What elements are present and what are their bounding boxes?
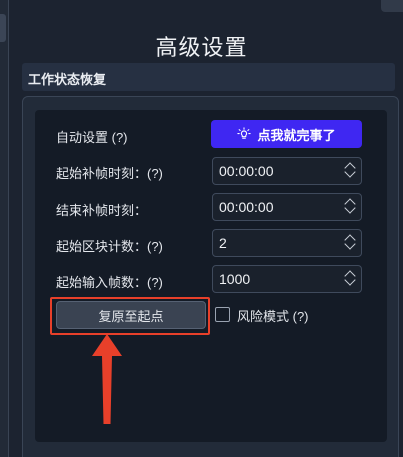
reset-to-start-button[interactable]: 复原至起点 <box>56 301 206 329</box>
left-sidebar-strip <box>0 0 9 457</box>
risk-mode-label[interactable]: 风险模式 (?) <box>237 306 309 325</box>
lightbulb-icon <box>237 127 252 139</box>
start-interp-time-field[interactable]: 00:00:00 <box>212 157 362 185</box>
auto-setting-button[interactable]: 点我就完事了 <box>211 120 362 148</box>
start-interp-time-label: 起始补帧时刻：(?) <box>56 166 163 181</box>
end-interp-time-field[interactable]: 00:00:00 <box>212 193 362 221</box>
start-input-frame-label: 起始输入帧数：(?) <box>56 275 163 290</box>
spin-buttons[interactable] <box>344 196 357 218</box>
top-right-tab[interactable] <box>381 0 403 12</box>
spin-buttons[interactable] <box>344 160 357 182</box>
section-header-work-state-recovery[interactable]: 工作状态恢复 <box>22 63 395 91</box>
risk-mode-checkbox[interactable] <box>215 307 230 322</box>
start-chunk-count-field[interactable]: 2 <box>212 229 362 257</box>
spin-buttons[interactable] <box>344 268 357 290</box>
end-interp-time-value: 00:00:00 <box>219 199 274 215</box>
auto-setting-label: 自动设置 (?) <box>56 130 128 145</box>
start-chunk-count-value: 2 <box>219 235 227 251</box>
start-input-frame-field[interactable]: 1000 <box>212 265 362 293</box>
red-up-arrow-icon <box>92 334 122 424</box>
spin-buttons[interactable] <box>344 232 357 254</box>
page-title: 高级设置 <box>155 35 248 60</box>
start-input-frame-value: 1000 <box>219 271 251 287</box>
auto-setting-button-label: 点我就完事了 <box>257 127 336 143</box>
end-interp-time-label: 结束补帧时刻： <box>56 203 148 218</box>
start-interp-time-value: 00:00:00 <box>219 163 274 179</box>
start-chunk-count-label: 起始区块计数：(?) <box>56 239 163 254</box>
